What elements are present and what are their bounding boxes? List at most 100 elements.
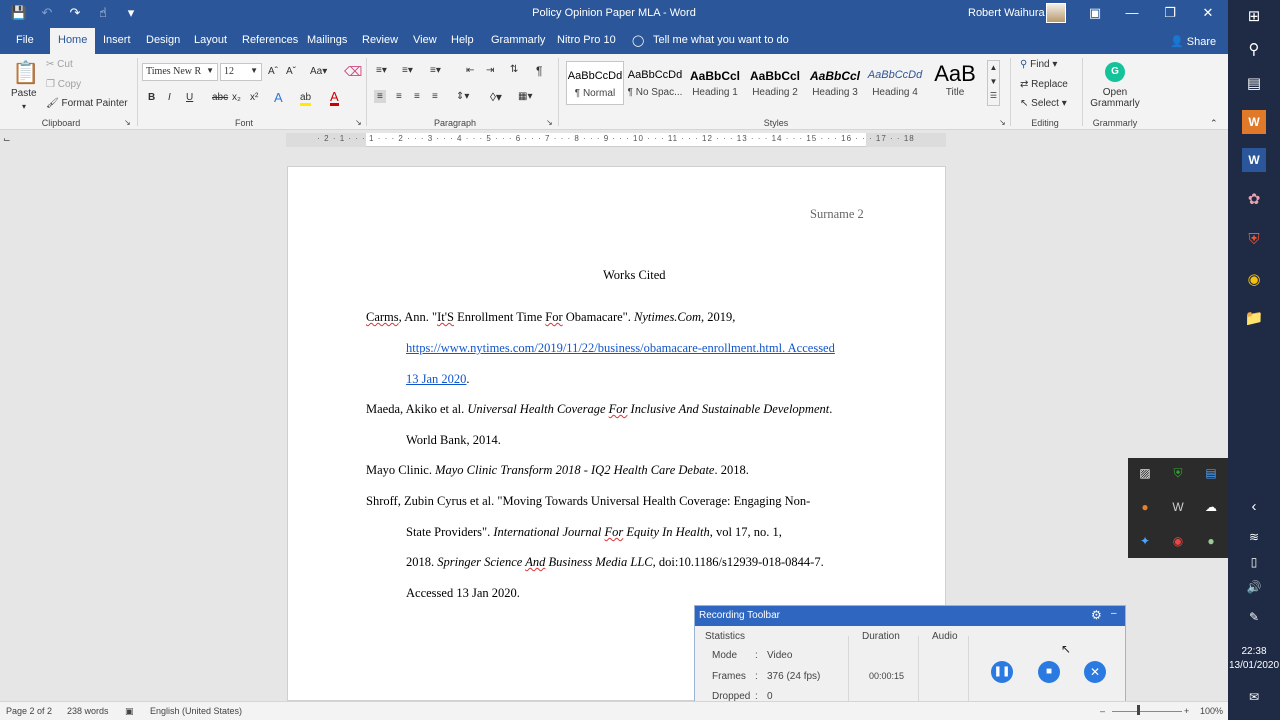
shading-icon[interactable]: ◊▾	[490, 90, 502, 104]
paragraph-launcher-icon[interactable]: ↘	[546, 118, 553, 127]
font-launcher-icon[interactable]: ↘	[355, 118, 362, 127]
word-taskbar-icon[interactable]: W	[1242, 148, 1266, 172]
tell-me-search[interactable]: Tell me what you want to do	[653, 34, 789, 46]
pen-icon[interactable]: ✎	[1242, 605, 1266, 629]
citation-line[interactable]: Carms, Ann. "It'S Enrollment Time For Ob…	[366, 310, 735, 325]
paste-dropdown-icon[interactable]: ▾	[22, 102, 26, 111]
paste-button[interactable]: Paste	[11, 88, 37, 99]
avatar[interactable]	[1046, 3, 1066, 23]
replace-button[interactable]: ⇄ Replace	[1020, 79, 1068, 90]
citation-link[interactable]: https://www.nytimes.com/2019/11/22/busin…	[406, 341, 835, 356]
cloud-upload-icon[interactable]: ☁	[1202, 498, 1220, 516]
tab-grammarly[interactable]: Grammarly	[491, 34, 545, 46]
tab-references[interactable]: References	[242, 34, 298, 46]
select-button[interactable]: ↖ Select ▾	[1020, 98, 1067, 109]
show-formatting-icon[interactable]: ¶	[536, 64, 542, 78]
change-case-icon[interactable]: Aa▾	[310, 66, 327, 77]
wifi-icon[interactable]: ≋	[1242, 525, 1266, 549]
zoom-in-icon[interactable]: +	[1184, 706, 1189, 716]
page-count[interactable]: Page 2 of 2	[6, 706, 52, 716]
tab-view[interactable]: View	[413, 34, 437, 46]
gear-icon[interactable]: ⚙	[1091, 608, 1102, 622]
citation-line[interactable]: Shroff, Zubin Cyrus et al. "Moving Towar…	[366, 494, 810, 509]
brave-browser-icon[interactable]: ⛨	[1242, 228, 1266, 252]
battery-icon[interactable]: ▯	[1242, 550, 1266, 574]
recording-toolbar-titlebar[interactable]: Recording Toolbar ⚙ –	[695, 606, 1125, 626]
increase-indent-icon[interactable]: ⇥	[486, 65, 494, 76]
shrink-font-icon[interactable]: Aˇ	[286, 66, 296, 77]
font-size-select[interactable]: 12 ▼	[220, 63, 262, 81]
tab-review[interactable]: Review	[362, 34, 398, 46]
ruler-toggle-icon[interactable]: ⌙	[3, 134, 11, 145]
borders-icon[interactable]: ▦▾	[518, 91, 532, 102]
ribbon-display-icon[interactable]: ▣	[1085, 5, 1105, 21]
zoom-slider[interactable]	[1112, 711, 1182, 712]
underline-icon[interactable]: U	[186, 92, 193, 103]
italic-icon[interactable]: I	[168, 92, 171, 103]
zoom-slider-thumb[interactable]	[1137, 705, 1140, 715]
minimize-icon[interactable]: —	[1122, 5, 1142, 20]
citation-line[interactable]: State Providers". International Journal …	[406, 525, 782, 540]
find-button[interactable]: ⚲ Find ▾	[1020, 59, 1057, 70]
tab-help[interactable]: Help	[451, 34, 474, 46]
app-tray-icon[interactable]: ✦	[1136, 532, 1154, 550]
app-tray-icon[interactable]: ●	[1136, 498, 1154, 516]
citation-line[interactable]: Mayo Clinic. Mayo Clinic Transform 2018 …	[366, 463, 749, 478]
word-tray-icon[interactable]: W	[1169, 498, 1187, 516]
cut-button[interactable]: ✂ Cut	[46, 59, 73, 70]
style-heading-4[interactable]: AaBbCcDd Heading 4	[866, 61, 924, 105]
clipboard-launcher-icon[interactable]: ↘	[124, 118, 131, 127]
tab-home[interactable]: Home	[50, 28, 96, 54]
copy-button[interactable]: ❐ Copy	[46, 79, 81, 90]
citation-line[interactable]: 2018. Springer Science And Business Medi…	[406, 555, 824, 570]
style-normal[interactable]: AaBbCcDd ¶ Normal	[566, 61, 624, 105]
grammarly-icon[interactable]: G	[1105, 62, 1125, 82]
notifications-icon[interactable]: ✉	[1242, 685, 1266, 709]
app-tray-icon[interactable]: ▨	[1136, 464, 1154, 482]
justify-icon[interactable]: ≡	[432, 91, 438, 102]
stop-button[interactable]: ■	[1038, 661, 1060, 683]
font-family-select[interactable]: Times New R ▼	[142, 63, 218, 81]
citation-link[interactable]: 13 Jan 2020	[406, 372, 466, 386]
tab-insert[interactable]: Insert	[103, 34, 131, 46]
clear-formatting-icon[interactable]: ⌫	[344, 64, 362, 80]
record-tray-icon[interactable]: ◉	[1169, 532, 1187, 550]
subscript-icon[interactable]: x₂	[232, 92, 241, 103]
superscript-icon[interactable]: x²	[250, 92, 258, 103]
file-explorer-icon[interactable]: 📁	[1242, 307, 1266, 331]
style-heading-1[interactable]: AaBbCcl Heading 1	[686, 61, 744, 105]
close-icon[interactable]: ✕	[1198, 5, 1218, 21]
align-center-icon[interactable]: ≡	[396, 91, 402, 102]
paint-icon[interactable]: ✿	[1242, 188, 1266, 212]
minimize-icon[interactable]: –	[1111, 608, 1117, 619]
line-spacing-icon[interactable]: ⇕▾	[456, 91, 469, 102]
zoom-level[interactable]: 100%	[1200, 706, 1223, 716]
cancel-button[interactable]: ✕	[1084, 661, 1106, 683]
collapse-ribbon-icon[interactable]: ⌃	[1210, 118, 1218, 129]
zoom-out-icon[interactable]: –	[1100, 706, 1105, 716]
app-tray-icon[interactable]: ●	[1202, 532, 1220, 550]
word-count[interactable]: 238 words	[67, 706, 109, 716]
word-app-icon[interactable]: W	[1242, 110, 1266, 134]
highlight-icon[interactable]: ab	[300, 92, 312, 106]
tab-nitro[interactable]: Nitro Pro 10	[557, 34, 616, 46]
strikethrough-icon[interactable]: abc	[212, 92, 228, 103]
style-heading-2[interactable]: AaBbCcl Heading 2	[746, 61, 804, 105]
bold-icon[interactable]: B	[148, 92, 155, 103]
open-grammarly-button[interactable]: Open Grammarly	[1090, 87, 1140, 109]
align-right-icon[interactable]: ≡	[414, 91, 420, 102]
share-button[interactable]: 👤 Share	[1170, 35, 1216, 48]
citation-line[interactable]: Accessed 13 Jan 2020.	[406, 586, 520, 601]
chrome-icon[interactable]: ◉	[1242, 268, 1266, 292]
restore-icon[interactable]: ❐	[1160, 5, 1180, 21]
works-cited-heading[interactable]: Works Cited	[603, 268, 666, 283]
monitor-icon[interactable]: ▤	[1202, 464, 1220, 482]
search-icon[interactable]: ⚲	[1242, 38, 1266, 62]
citation-line[interactable]: World Bank, 2014.	[406, 433, 501, 448]
clock-date[interactable]: 13/01/2020	[1228, 660, 1280, 671]
windows-start-icon[interactable]: ⊞	[1242, 5, 1266, 29]
tab-design[interactable]: Design	[146, 34, 180, 46]
horizontal-ruler[interactable]: · 2 · 1 · · · 1 · · · 2 · · · 3 · · · 4 …	[286, 133, 946, 147]
citation-line[interactable]: 13 Jan 2020.	[406, 372, 470, 387]
font-color-icon[interactable]: A	[330, 90, 339, 106]
